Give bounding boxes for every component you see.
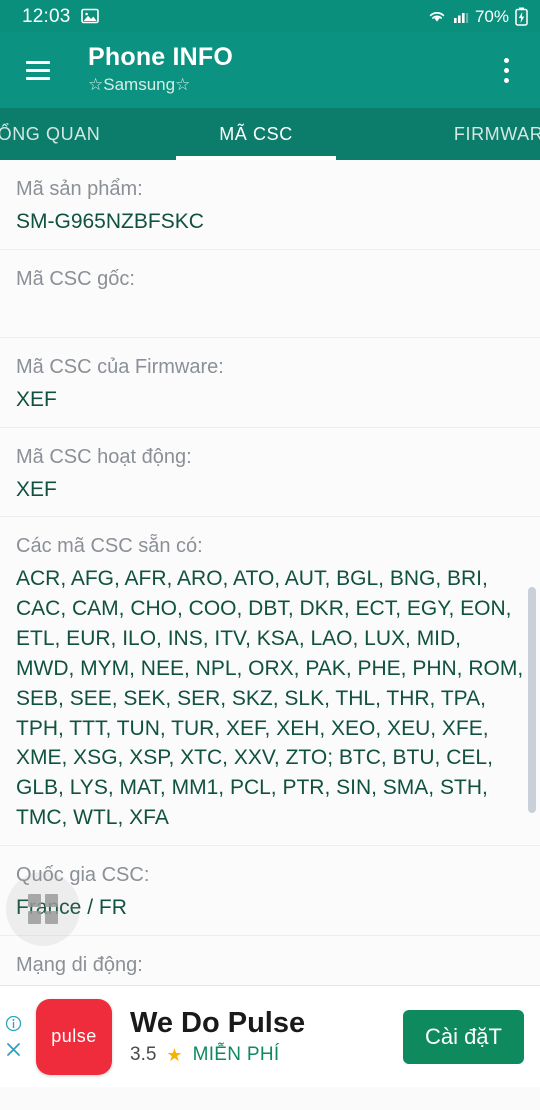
row-ma-csc-hoat-dong[interactable]: Mã CSC hoạt động: XEF xyxy=(0,427,540,518)
status-clock: 12:03 xyxy=(22,5,71,27)
tab-bar: TỔNG QUAN MÃ CSC FIRMWARE xyxy=(0,108,540,160)
row-label: Mã CSC hoạt động: xyxy=(16,445,192,468)
battery-charging-icon xyxy=(515,7,528,26)
tab-ma-csc[interactable]: MÃ CSC xyxy=(176,108,336,160)
row-value: XEF xyxy=(16,387,57,411)
page-title: Phone INFO xyxy=(88,43,234,72)
app-bar-titles: Phone INFO ☆Samsung☆ xyxy=(88,44,486,96)
row-label: Mã CSC của Firmware: xyxy=(16,355,224,378)
row-ma-san-pham[interactable]: Mã sản phẩm: SM-G965NZBFSKC xyxy=(0,160,540,250)
row-label: Quốc gia CSC: xyxy=(16,863,150,886)
page-subtitle: ☆Samsung☆ xyxy=(88,74,191,94)
ad-info-icon[interactable] xyxy=(4,1015,22,1033)
vertical-scrollbar[interactable] xyxy=(528,587,536,814)
ad-subtitle-row: 3.5 ★ MIỄN PHÍ xyxy=(130,1044,403,1066)
tab-tong-quan[interactable]: TỔNG QUAN xyxy=(0,108,176,160)
csc-info-list: Mã sản phẩm: SM-G965NZBFSKC Mã CSC gốc: … xyxy=(0,160,540,985)
overflow-menu-icon[interactable] xyxy=(486,46,526,94)
cellular-signal-icon xyxy=(453,8,469,24)
ad-banner[interactable]: pulse We Do Pulse 3.5 ★ MIỄN PHÍ Cài đặT xyxy=(0,985,540,1087)
ad-close-icon[interactable] xyxy=(4,1041,22,1059)
app-bar: Phone INFO ☆Samsung☆ xyxy=(0,32,540,108)
row-label: Các mã CSC sẵn có: xyxy=(16,535,203,558)
ad-controls xyxy=(4,1015,22,1059)
row-ma-csc-goc[interactable]: Mã CSC gốc: xyxy=(0,249,540,338)
row-value: XEF xyxy=(16,477,57,501)
ad-rating: 3.5 xyxy=(130,1044,157,1066)
row-cac-ma-csc-san-co[interactable]: Các mã CSC sẵn có: ACR, AFG, AFR, ARO, A… xyxy=(0,517,540,846)
tab-firmware[interactable]: FIRMWARE xyxy=(336,108,540,160)
row-label: Mạng di động: xyxy=(16,953,143,976)
ad-text-block: We Do Pulse 3.5 ★ MIỄN PHÍ xyxy=(130,1007,403,1066)
row-value: ACR, AFG, AFR, ARO, ATO, AUT, BGL, BNG, … xyxy=(16,567,524,829)
row-ma-csc-firmware[interactable]: Mã CSC của Firmware: XEF xyxy=(0,337,540,428)
hamburger-menu-icon[interactable] xyxy=(16,48,60,92)
ad-app-icon[interactable]: pulse xyxy=(36,998,112,1075)
ad-install-button[interactable]: Cài đặT xyxy=(402,1009,524,1064)
star-icon: ★ xyxy=(166,1044,183,1065)
image-icon xyxy=(80,7,99,25)
row-mang-di-dong[interactable]: Mạng di động: Viettel / 45204 xyxy=(0,935,540,985)
row-value xyxy=(16,297,524,325)
app-grid-floating-bubble-icon[interactable] xyxy=(6,872,80,946)
status-bar: 12:03 70% xyxy=(0,0,540,32)
row-quoc-gia-csc[interactable]: Quốc gia CSC: France / FR xyxy=(0,845,540,936)
grid-glyph xyxy=(28,894,58,924)
ad-app-icon-label: pulse xyxy=(51,1026,97,1046)
status-bar-right: 70% xyxy=(427,7,528,26)
phone-screen: 12:03 70% Phone INFO ☆Samsung☆ ỔNG QUAN … xyxy=(0,0,540,1110)
status-bar-left: 12:03 xyxy=(22,7,99,26)
ad-title: We Do Pulse xyxy=(130,1006,306,1039)
row-value: France / FR xyxy=(16,895,127,919)
row-label: Mã sản phẩm: xyxy=(16,178,143,200)
ad-price-label: MIỄN PHÍ xyxy=(192,1044,280,1066)
wifi-icon xyxy=(427,8,447,24)
row-label: Mã CSC gốc: xyxy=(16,267,135,290)
row-value: SM-G965NZBFSKC xyxy=(16,210,204,233)
battery-percent-label: 70% xyxy=(474,6,509,26)
